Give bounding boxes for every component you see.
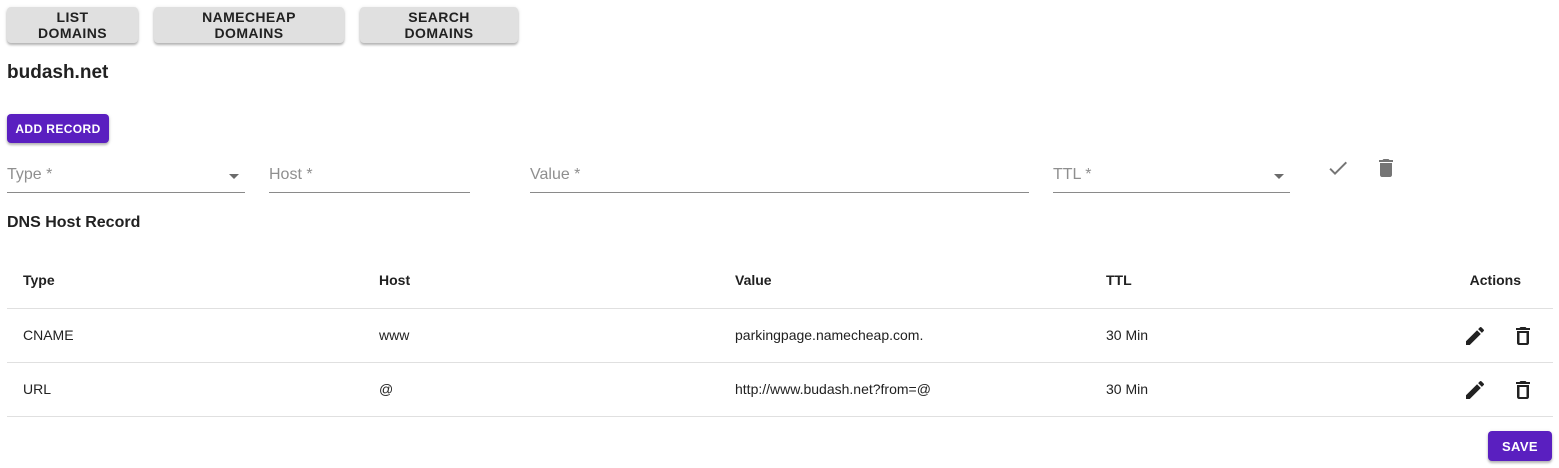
dns-editor-page: LIST DOMAINS NAMECHEAP DOMAINS SEARCH DO… [0, 0, 1559, 468]
record-type: CNAME [23, 327, 74, 343]
ttl-select[interactable]: TTL * [1053, 160, 1290, 193]
namecheap-domains-button[interactable]: NAMECHEAP DOMAINS [154, 7, 344, 43]
header-host: Host [379, 272, 411, 288]
record-type: URL [23, 381, 52, 397]
table-header-row: Type Host Value TTL Actions [7, 253, 1553, 309]
edit-icon[interactable] [1463, 324, 1487, 348]
save-button[interactable]: SAVE [1488, 431, 1552, 461]
trash-icon[interactable] [1511, 324, 1535, 348]
record-host: @ [379, 381, 394, 397]
search-domains-button[interactable]: SEARCH DOMAINS [360, 7, 518, 43]
header-type: Type [23, 272, 55, 288]
host-input[interactable]: Host * [269, 160, 470, 193]
value-input-label: Value * [530, 166, 581, 183]
type-select[interactable]: Type * [7, 160, 245, 193]
type-select-label: Type * [7, 166, 53, 183]
header-actions: Actions [1469, 272, 1521, 288]
list-domains-button[interactable]: LIST DOMAINS [7, 7, 138, 43]
dropdown-arrow-icon [1274, 174, 1284, 179]
record-value: parkingpage.namecheap.com. [735, 327, 924, 343]
edit-icon[interactable] [1463, 378, 1487, 402]
dns-records-table: Type Host Value TTL Actions CNAME www pa… [7, 253, 1553, 417]
record-host: www [379, 327, 410, 343]
add-record-button[interactable]: ADD RECORD [7, 114, 109, 143]
dropdown-arrow-icon [229, 174, 239, 179]
header-ttl: TTL [1106, 272, 1132, 288]
trash-icon[interactable] [1374, 156, 1398, 180]
table-row: URL @ http://www.budash.net?from=@ 30 Mi… [7, 363, 1553, 417]
record-ttl: 30 Min [1106, 327, 1149, 343]
check-icon[interactable] [1326, 156, 1350, 180]
table-row: CNAME www parkingpage.namecheap.com. 30 … [7, 309, 1553, 363]
section-title: DNS Host Record [7, 214, 141, 231]
record-value: http://www.budash.net?from=@ [735, 381, 931, 397]
domain-title: budash.net [7, 62, 109, 83]
value-input[interactable]: Value * [530, 160, 1029, 193]
trash-icon[interactable] [1511, 378, 1535, 402]
host-input-label: Host * [269, 166, 313, 183]
record-ttl: 30 Min [1106, 381, 1149, 397]
header-value: Value [735, 272, 772, 288]
ttl-select-label: TTL * [1053, 166, 1092, 183]
